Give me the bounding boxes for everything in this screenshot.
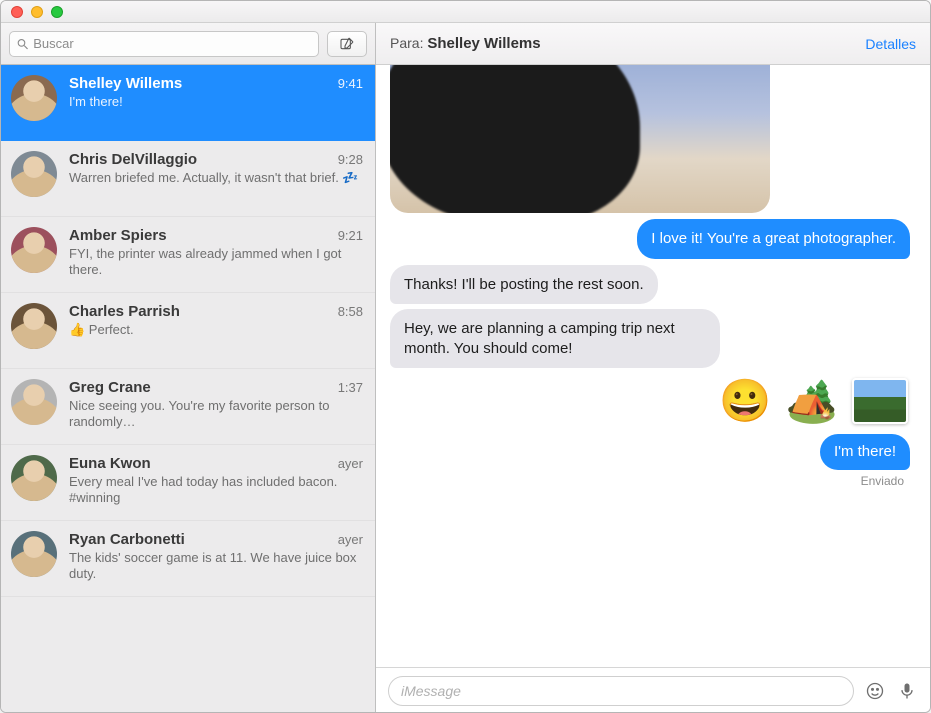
conversation-pane: I love it! You're a great photographer. … bbox=[376, 65, 930, 713]
avatar bbox=[11, 227, 57, 273]
conversation-name: Amber Spiers bbox=[69, 227, 167, 244]
message-thread[interactable]: I love it! You're a great photographer. … bbox=[376, 65, 930, 667]
conversation-list[interactable]: Shelley Willems 9:41 I'm there! Chris De… bbox=[1, 65, 376, 713]
dictation-button[interactable] bbox=[896, 680, 918, 702]
outgoing-message[interactable]: I'm there! bbox=[820, 434, 910, 470]
conversation-time: 1:37 bbox=[338, 380, 363, 395]
conversation-row[interactable]: Chris DelVillaggio 9:28 Warren briefed m… bbox=[1, 141, 375, 217]
to-field[interactable]: Para: Shelley Willems bbox=[390, 35, 541, 52]
conversation-preview: Warren briefed me. Actually, it wasn't t… bbox=[69, 170, 363, 186]
search-icon bbox=[16, 37, 29, 51]
compose-field[interactable] bbox=[388, 676, 854, 706]
conversation-time: 8:58 bbox=[338, 304, 363, 319]
to-label: Para: bbox=[390, 35, 423, 51]
delivery-status: Enviado bbox=[861, 474, 910, 488]
landscape-photo-thumbnail[interactable] bbox=[852, 378, 908, 424]
incoming-message[interactable]: Thanks! I'll be posting the rest soon. bbox=[390, 265, 658, 305]
emoji-picker-icon bbox=[865, 681, 885, 701]
minimize-window-button[interactable] bbox=[31, 6, 43, 18]
conversation-row[interactable]: Amber Spiers 9:21 FYI, the printer was a… bbox=[1, 217, 375, 293]
search-field[interactable] bbox=[9, 31, 319, 57]
avatar bbox=[11, 151, 57, 197]
conversation-time: ayer bbox=[338, 456, 363, 471]
message-composer bbox=[376, 667, 930, 713]
avatar bbox=[11, 455, 57, 501]
conversation-preview: 👍 Perfect. bbox=[69, 322, 363, 338]
conversation-name: Charles Parrish bbox=[69, 303, 180, 320]
conversation-row[interactable]: Greg Crane 1:37 Nice seeing you. You're … bbox=[1, 369, 375, 445]
zoom-window-button[interactable] bbox=[51, 6, 63, 18]
conversation-preview: Every meal I've had today has included b… bbox=[69, 474, 363, 507]
incoming-photo-message[interactable] bbox=[390, 65, 770, 213]
conversation-preview: I'm there! bbox=[69, 94, 363, 110]
compose-input[interactable] bbox=[401, 683, 841, 699]
search-input[interactable] bbox=[33, 36, 312, 51]
conversation-row[interactable]: Euna Kwon ayer Every meal I've had today… bbox=[1, 445, 375, 521]
messages-window: Para: Shelley Willems Detalles Shelley W… bbox=[0, 0, 931, 713]
avatar bbox=[11, 303, 57, 349]
content-split: Shelley Willems 9:41 I'm there! Chris De… bbox=[1, 65, 930, 713]
incoming-message[interactable]: Hey, we are planning a camping trip next… bbox=[390, 309, 720, 368]
conversation-name: Chris DelVillaggio bbox=[69, 151, 197, 168]
conversation-preview: The kids' soccer game is at 11. We have … bbox=[69, 550, 363, 583]
toolbar-sidebar bbox=[1, 23, 376, 65]
compose-button[interactable] bbox=[327, 31, 367, 57]
close-window-button[interactable] bbox=[11, 6, 23, 18]
details-button[interactable]: Detalles bbox=[865, 36, 916, 52]
conversation-name: Euna Kwon bbox=[69, 455, 151, 472]
conversation-row[interactable]: Charles Parrish 8:58 👍 Perfect. bbox=[1, 293, 375, 369]
toolbar: Para: Shelley Willems Detalles bbox=[1, 23, 930, 65]
conversation-time: 9:21 bbox=[338, 228, 363, 243]
conversation-time: ayer bbox=[338, 532, 363, 547]
conversation-name: Ryan Carbonetti bbox=[69, 531, 185, 548]
tent-emoji: 🏕️ bbox=[786, 380, 838, 422]
toolbar-conversation: Para: Shelley Willems Detalles bbox=[376, 23, 930, 65]
outgoing-message[interactable]: I love it! You're a great photographer. bbox=[637, 219, 910, 259]
conversation-row[interactable]: Ryan Carbonetti ayer The kids' soccer ga… bbox=[1, 521, 375, 597]
to-recipient-name: Shelley Willems bbox=[427, 35, 540, 52]
avatar bbox=[11, 75, 57, 121]
conversation-time: 9:41 bbox=[338, 76, 363, 91]
conversation-name: Greg Crane bbox=[69, 379, 151, 396]
microphone-icon bbox=[897, 681, 917, 701]
conversation-name: Shelley Willems bbox=[69, 75, 182, 92]
avatar bbox=[11, 379, 57, 425]
titlebar bbox=[1, 1, 930, 23]
compose-icon bbox=[339, 36, 355, 52]
conversation-row[interactable]: Shelley Willems 9:41 I'm there! bbox=[1, 65, 375, 141]
conversation-time: 9:28 bbox=[338, 152, 363, 167]
grin-emoji: 😀 bbox=[719, 380, 771, 422]
conversation-preview: FYI, the printer was already jammed when… bbox=[69, 246, 363, 279]
emoji-picker-button[interactable] bbox=[864, 680, 886, 702]
outgoing-emoji-message[interactable]: 😀 🏕️ bbox=[717, 374, 910, 428]
avatar bbox=[11, 531, 57, 577]
conversation-preview: Nice seeing you. You're my favorite pers… bbox=[69, 398, 363, 431]
